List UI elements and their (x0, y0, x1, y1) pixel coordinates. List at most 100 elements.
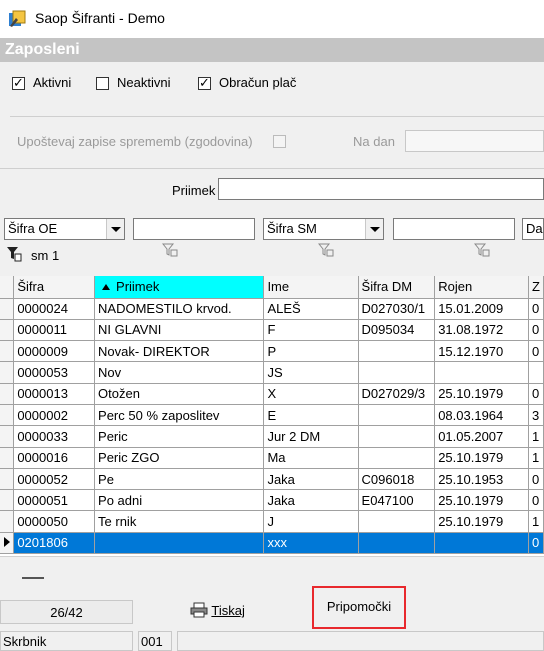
table-cell[interactable]: 0000050 (13, 510, 96, 533)
table-cell[interactable]: 0 (528, 383, 544, 405)
filter-icon[interactable] (162, 243, 178, 257)
table-cell[interactable]: D027029/3 (358, 383, 436, 405)
column-header-ime[interactable]: Ime (263, 276, 359, 299)
table-cell[interactable] (358, 425, 436, 448)
table-cell[interactable]: 0000016 (13, 447, 96, 469)
current-row-indicator[interactable] (0, 532, 15, 555)
table-cell[interactable]: 3 (528, 404, 544, 427)
table-cell[interactable]: 31.08.1972 (434, 319, 529, 342)
datum-combo[interactable]: Da (522, 218, 544, 240)
table-cell[interactable]: 25.10.1979 (434, 489, 529, 512)
table-cell[interactable]: Perc 50 % zaposlitev (94, 404, 265, 427)
table-cell[interactable]: Peric ZGO (94, 447, 265, 469)
table-cell[interactable]: 0000053 (13, 361, 96, 384)
table-cell[interactable] (94, 532, 265, 555)
column-header-sifra-dm[interactable]: Šifra DM (358, 276, 436, 299)
table-row[interactable]: 0000024 NADOMESTILO krvod. ALEŠ D027030/1 15… (0, 298, 544, 320)
table-row[interactable]: 0000002 Perc 50 % zaposlitev E 08.03.1964 3 (0, 404, 544, 427)
row-indicator[interactable] (0, 425, 15, 448)
table-cell[interactable]: Nov (94, 361, 265, 384)
table-cell[interactable]: 0000051 (13, 489, 96, 512)
row-indicator[interactable] (0, 319, 15, 342)
table-cell[interactable]: 25.10.1979 (434, 447, 529, 469)
chevron-down-icon[interactable] (106, 219, 124, 239)
history-checkbox[interactable] (273, 135, 286, 148)
row-indicator[interactable] (0, 340, 15, 363)
table-cell[interactable]: xxx (263, 532, 359, 555)
table-cell[interactable]: 0 (528, 532, 544, 555)
table-cell[interactable] (434, 361, 529, 384)
table-cell[interactable]: 1 (528, 447, 544, 469)
table-cell[interactable]: P (263, 340, 359, 363)
table-cell[interactable]: F (263, 319, 359, 342)
column-header-rojen[interactable]: Rojen (434, 276, 529, 299)
table-cell[interactable]: Pe (94, 468, 265, 491)
row-indicator[interactable] (0, 447, 15, 469)
table-cell[interactable] (528, 361, 544, 384)
sifra-sm-combo[interactable]: Šifra SM (263, 218, 384, 240)
table-row[interactable]: 0000051 Po adni Jaka E047100 25.10.1979 0 (0, 489, 544, 512)
table-cell[interactable]: C096018 (358, 468, 436, 491)
table-cell[interactable] (358, 510, 436, 533)
table-cell[interactable]: 0000033 (13, 425, 96, 448)
table-cell[interactable]: Po adni (94, 489, 265, 512)
table-cell[interactable] (358, 447, 436, 469)
table-cell[interactable]: J (263, 510, 359, 533)
row-indicator[interactable] (0, 298, 15, 320)
table-cell[interactable]: Ma (263, 447, 359, 469)
row-indicator[interactable] (0, 510, 15, 533)
table-cell[interactable]: 0000002 (13, 404, 96, 427)
table-cell[interactable]: 15.12.1970 (434, 340, 529, 363)
filter-icon[interactable] (474, 243, 490, 257)
table-cell[interactable]: Te rnik (94, 510, 265, 533)
filter-icon[interactable] (318, 243, 334, 257)
table-cell[interactable]: 25.10.1953 (434, 468, 529, 491)
table-cell[interactable]: Peric (94, 425, 265, 448)
table-row[interactable]: 0000009 Novak- DIREKTOR P 15.12.1970 0 (0, 340, 544, 363)
column-header-priimek[interactable]: Priimek (94, 276, 265, 299)
table-row[interactable]: 0000013 Otožen X D027029/3 25.10.1979 0 (0, 383, 544, 405)
table-row[interactable]: 0000016 Peric ZGO Ma 25.10.1979 1 (0, 447, 544, 469)
table-row[interactable]: 0201806 xxx 0 (0, 532, 544, 555)
tools-button[interactable]: Pripomočki (312, 586, 406, 629)
row-indicator[interactable] (0, 468, 15, 491)
table-row[interactable]: 0000033 Peric Jur 2 DM 01.05.2007 1 (0, 425, 544, 448)
table-cell[interactable]: ALEŠ (263, 298, 359, 320)
table-cell[interactable]: E (263, 404, 359, 427)
table-cell[interactable]: 0 (528, 340, 544, 363)
table-cell[interactable]: 0 (528, 319, 544, 342)
table-row[interactable]: 0000052 Pe Jaka C096018 25.10.1953 0 (0, 468, 544, 491)
table-cell[interactable]: NI GLAVNI (94, 319, 265, 342)
table-cell[interactable]: 0000009 (13, 340, 96, 363)
sifra-sm-text[interactable] (393, 218, 515, 240)
obracun-checkbox[interactable] (198, 75, 211, 91)
table-cell[interactable]: D095034 (358, 319, 436, 342)
table-cell[interactable]: 01.05.2007 (434, 425, 529, 448)
table-cell[interactable]: Jaka (263, 468, 359, 491)
scrollbar-thumb[interactable] (22, 577, 44, 579)
table-cell[interactable]: 1 (528, 425, 544, 448)
print-button[interactable]: Tiskaj (190, 602, 245, 618)
table-cell[interactable]: D027030/1 (358, 298, 436, 320)
table-cell[interactable]: 0000011 (13, 319, 96, 342)
table-cell[interactable]: 0000052 (13, 468, 96, 491)
table-cell[interactable] (434, 532, 529, 555)
table-cell[interactable]: 0 (528, 298, 544, 320)
sifra-oe-text[interactable] (133, 218, 255, 240)
table-cell[interactable]: 0 (528, 468, 544, 491)
column-header-z[interactable]: Z (528, 276, 544, 299)
table-cell[interactable] (358, 361, 436, 384)
row-indicator[interactable] (0, 489, 15, 512)
table-cell[interactable]: 0 (528, 489, 544, 512)
table-cell[interactable]: Otožen (94, 383, 265, 405)
table-cell[interactable]: Jaka (263, 489, 359, 512)
table-row[interactable]: 0000050 Te rnik J 25.10.1979 1 (0, 510, 544, 533)
row-indicator[interactable] (0, 383, 15, 405)
table-cell[interactable] (358, 404, 436, 427)
table-row[interactable]: 0000053 Nov JS (0, 361, 544, 384)
row-indicator[interactable] (0, 361, 15, 384)
chevron-down-icon[interactable] (365, 219, 383, 239)
table-cell[interactable]: 15.01.2009 (434, 298, 529, 320)
table-cell[interactable]: 0000024 (13, 298, 96, 320)
table-cell[interactable] (358, 340, 436, 363)
